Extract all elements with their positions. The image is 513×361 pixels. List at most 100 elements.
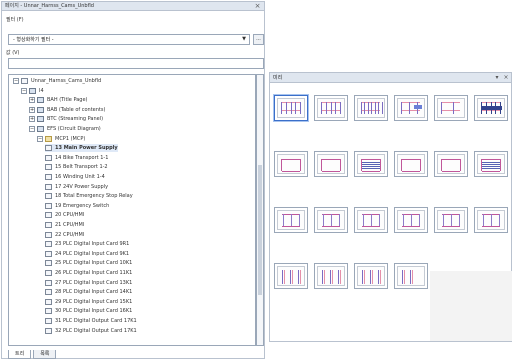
tab-0[interactable]: 트리 [8, 350, 32, 359]
value-input[interactable] [8, 58, 264, 69]
chevron-down-icon[interactable]: ▼ [239, 35, 249, 44]
page-thumbnail[interactable] [474, 95, 508, 121]
tree-item[interactable]: − I4 [21, 87, 44, 95]
schematic-mark [285, 102, 287, 114]
page-thumbnail[interactable] [274, 263, 308, 289]
tree-item[interactable]: 24 PLC Digital Input Card 9K1 [45, 250, 129, 258]
tree-item[interactable]: 14 Bike Transport 1-1 [45, 154, 108, 162]
filter-section-label: 필터 (F) [6, 17, 24, 23]
filter-more-button[interactable]: ... [253, 34, 264, 45]
expand-icon[interactable]: + [29, 116, 35, 123]
page-thumbnail[interactable] [354, 207, 388, 233]
tree-item[interactable]: 23 PLC Digital Input Card 9R1 [45, 240, 129, 248]
schematic-mark [482, 171, 500, 172]
schematic-mark [282, 270, 283, 284]
page-thumbnail[interactable] [274, 151, 308, 177]
tree-item[interactable]: 19 Emergency Switch [45, 202, 109, 210]
tree-item[interactable]: 31 PLC Digital Output Card 17K1 [45, 317, 137, 325]
page-thumbnail[interactable] [354, 263, 388, 289]
tree-item[interactable]: 32 PLC Digital Output Card 17K1 [45, 327, 137, 335]
tree-item[interactable]: 27 PLC Digital Input Card 13K1 [45, 279, 132, 287]
expand-icon[interactable]: + [29, 97, 35, 104]
tree-item[interactable]: + BAB (Table of contents) [29, 106, 105, 114]
page-thumbnail[interactable] [434, 151, 468, 177]
tree-item[interactable]: 17 24V Power Supply [45, 183, 108, 191]
schematic-mark [290, 102, 292, 114]
thumbnail-page [397, 98, 425, 118]
schematic-mark [453, 102, 454, 114]
collapse-icon[interactable]: − [37, 135, 43, 142]
tree-item[interactable]: − EFS (Circuit Diagram) [29, 125, 101, 133]
close-icon[interactable]: × [253, 2, 262, 11]
expand-icon[interactable]: + [29, 106, 35, 113]
page-thumbnail[interactable] [314, 207, 348, 233]
tree-item-label: 22 CPU/HMI [55, 231, 85, 238]
schematic-mark [284, 270, 285, 284]
thumbnail-page [397, 210, 425, 230]
tree-item[interactable]: + BAH (Title Page) [29, 96, 88, 104]
page-thumbnail[interactable] [394, 207, 428, 233]
page-thumbnail[interactable] [274, 207, 308, 233]
schematic-mark [482, 106, 502, 110]
page-thumbnail[interactable] [394, 263, 428, 289]
page-thumbnail[interactable] [394, 95, 428, 121]
book-icon [37, 126, 44, 132]
schematic-mark [482, 159, 500, 160]
tree-item-label: 17 24V Power Supply [55, 183, 109, 190]
collapse-icon[interactable]: − [29, 126, 35, 132]
page-icon [45, 164, 52, 171]
tree-item[interactable]: 18 Total Emergency Stop Relay [45, 192, 133, 200]
page-thumbnail[interactable] [354, 95, 388, 121]
schematic-mark [378, 270, 379, 284]
collapse-icon[interactable]: − [13, 78, 19, 84]
scrollbar-thumb[interactable] [258, 165, 262, 295]
thumbnail-page [397, 154, 425, 174]
schematic-mark [361, 102, 362, 114]
schematic-mark [322, 270, 323, 284]
tree-item[interactable]: 29 PLC Digital Input Card 15K1 [45, 298, 132, 306]
page-thumbnail[interactable] [354, 151, 388, 177]
close-icon[interactable]: × [502, 73, 510, 83]
tree-item[interactable]: − Unnar_Harnss_Cams_Unbfld [13, 77, 101, 85]
schematic-mark [380, 159, 381, 171]
schematic-mark [291, 214, 292, 226]
tab-1[interactable]: 목록 [33, 350, 57, 359]
schematic-mark [362, 166, 380, 167]
page-thumbnail[interactable] [314, 95, 348, 121]
tree-item[interactable]: 20 CPU/HMI [45, 211, 84, 219]
tree-item[interactable]: 25 PLC Digital Input Card 10K1 [45, 259, 132, 267]
schematic-mark [362, 162, 380, 163]
tree-item[interactable]: − MCP1 (MCP) [37, 135, 85, 143]
page-thumbnail[interactable] [394, 151, 428, 177]
filter-combo[interactable]: - 형상화하기 필터 - ▼ [8, 34, 250, 45]
collapse-icon[interactable]: − [21, 87, 27, 94]
tree-item[interactable]: 21 CPU/HMI [45, 221, 84, 229]
tree-item[interactable]: 13 Main Power Supply [45, 144, 118, 153]
page-thumbnail[interactable] [474, 151, 508, 177]
page-thumbnail[interactable] [314, 151, 348, 177]
thumbnail-page [317, 210, 345, 230]
tree-item[interactable]: 16 Winding Unit 1-4 [45, 173, 105, 181]
page-thumbnail[interactable] [434, 207, 468, 233]
page-thumbnail[interactable] [273, 94, 309, 122]
page-thumbnail[interactable] [314, 263, 348, 289]
schematic-mark [483, 214, 484, 226]
tree-item[interactable]: 26 PLC Digital Input Card 11K1 [45, 269, 132, 277]
tree-item[interactable]: 28 PLC Digital Input Card 14K1 [45, 288, 132, 296]
thumbnail-page [277, 154, 305, 174]
tree-item[interactable]: 15 Belt Transport 1-2 [45, 163, 108, 171]
page-thumbnail[interactable] [434, 95, 468, 121]
thumbnail-page [277, 210, 305, 230]
tree-scrollbar[interactable] [256, 74, 264, 346]
tree-item[interactable]: 22 CPU/HMI [45, 231, 84, 239]
page-tree[interactable]: − Unnar_Harnss_Cams_Unbfld − I4 + BAH (Title … [8, 74, 256, 346]
schematic-mark [381, 102, 383, 114]
schematic-mark [459, 214, 460, 226]
pin-icon[interactable]: ▾ [493, 73, 501, 83]
page-thumbnail[interactable] [474, 207, 508, 233]
schematic-mark [361, 159, 362, 171]
tree-item[interactable]: + BTC (Streaming Panel) [29, 115, 103, 123]
schematic-mark [419, 214, 420, 226]
page-icon [45, 193, 52, 200]
tree-item[interactable]: 30 PLC Digital Input Card 16K1 [45, 307, 132, 315]
